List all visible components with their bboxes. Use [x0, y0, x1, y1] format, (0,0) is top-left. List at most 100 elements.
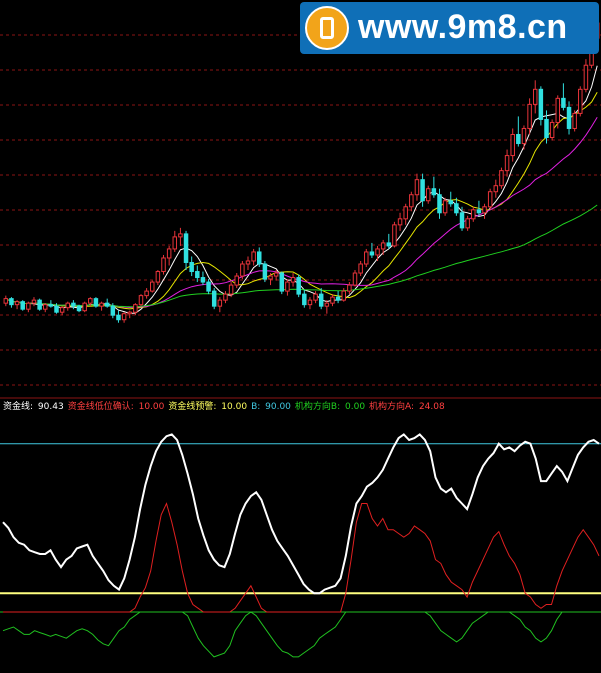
candle-body — [76, 305, 82, 312]
candle-body — [234, 275, 239, 286]
candle-body — [290, 277, 296, 283]
candle-body — [65, 302, 71, 309]
candle-body — [144, 290, 149, 297]
candle-body — [189, 261, 194, 273]
candle-body — [313, 293, 318, 301]
candle-body — [116, 314, 121, 321]
candle-body — [183, 233, 189, 263]
candle-body — [476, 209, 482, 214]
candle-body — [104, 302, 110, 307]
candle-body — [133, 304, 138, 313]
candle-body — [48, 304, 54, 307]
candle-body — [268, 275, 273, 280]
legend-item: B: 90.00 — [251, 402, 293, 412]
candle-body — [59, 307, 65, 313]
candle-body — [245, 260, 251, 265]
candle-body — [54, 305, 59, 313]
legend-label: B: — [251, 402, 261, 412]
candle-body — [409, 194, 414, 208]
candle-body — [454, 203, 459, 214]
candle-body — [364, 251, 369, 265]
candle-body — [459, 212, 465, 229]
candle-body — [228, 284, 234, 295]
candle-body — [532, 88, 538, 105]
watermark-text: www.9m8.cn — [358, 8, 568, 46]
candle-body — [206, 281, 211, 292]
candle-body — [138, 295, 144, 306]
candle-body — [572, 112, 577, 129]
candle-body — [386, 242, 392, 247]
candle-body — [442, 200, 448, 214]
candle-body — [42, 304, 48, 310]
indicator-legend: 资金线: 90.43 资金线低位确认: 10.00 资金线预警: 10.00 B: 9… — [3, 401, 449, 413]
legend-item: 机构方向A: 24.08 — [369, 402, 447, 412]
candle-body — [380, 242, 386, 250]
candle-body — [330, 296, 335, 304]
candle-body — [31, 299, 37, 304]
legend-value: 0.00 — [342, 402, 366, 412]
candle-body — [99, 302, 104, 307]
legend-item: 资金线预警: 10.00 — [168, 402, 249, 412]
candle-body — [217, 299, 223, 307]
candle-body — [324, 302, 330, 307]
legend-label: 资金线预警: — [168, 402, 217, 412]
candle-body — [561, 97, 566, 108]
candle-body — [392, 224, 397, 247]
indicator-panel — [0, 433, 601, 658]
legend-value: 90.43 — [35, 402, 64, 412]
candle-body — [155, 271, 161, 283]
candle-body — [273, 272, 279, 277]
candle-body — [414, 179, 420, 196]
candle-body — [358, 263, 363, 274]
candle-body — [318, 293, 324, 307]
candle-body — [347, 284, 352, 292]
watermark-banner: www.9m8.cn — [300, 2, 599, 54]
candle-body — [93, 298, 99, 307]
candle-body — [37, 299, 42, 310]
candle-body — [431, 188, 437, 196]
ma-20-line — [5, 117, 598, 309]
candle-body — [121, 313, 127, 321]
candle-body — [110, 305, 116, 316]
candle-body — [420, 179, 425, 202]
candle-body — [369, 251, 375, 256]
indicator-series-3 — [2, 611, 599, 658]
candle-body — [211, 290, 217, 307]
candle-body — [9, 298, 14, 306]
price-panel — [0, 14, 601, 399]
candle-body — [566, 106, 572, 129]
legend-value: 24.08 — [416, 402, 445, 412]
legend-value: 10.00 — [135, 402, 165, 412]
candle-body — [448, 200, 453, 205]
candle-body — [471, 209, 476, 220]
candle-body — [538, 88, 544, 120]
candle-body — [195, 271, 200, 279]
ma-5-line — [5, 65, 598, 314]
candle-body — [403, 206, 408, 220]
candle-body — [499, 170, 504, 187]
candle-body — [437, 194, 442, 214]
candle-body — [397, 218, 403, 226]
candle-body — [527, 103, 532, 129]
candle-body — [583, 64, 589, 90]
candle-body — [166, 248, 172, 259]
legend-value: 90.00 — [262, 402, 291, 412]
candle-body — [352, 272, 358, 286]
candle-body — [251, 251, 256, 262]
candle-body — [425, 188, 431, 202]
stock-chart — [0, 14, 601, 658]
candle-body — [375, 248, 380, 256]
candle-body — [302, 293, 307, 306]
candle-body — [578, 88, 583, 114]
candle-body — [335, 296, 341, 301]
legend-label: 资金线低位确认: — [67, 402, 134, 412]
candle-body — [279, 272, 285, 292]
candle-body — [296, 277, 301, 295]
candle-body — [521, 127, 527, 145]
ma-60-line — [5, 204, 598, 308]
candle-body — [510, 133, 515, 157]
candle-body — [504, 155, 510, 172]
candle-body — [71, 302, 76, 307]
candle-body — [341, 290, 346, 301]
candle-body — [240, 263, 245, 277]
